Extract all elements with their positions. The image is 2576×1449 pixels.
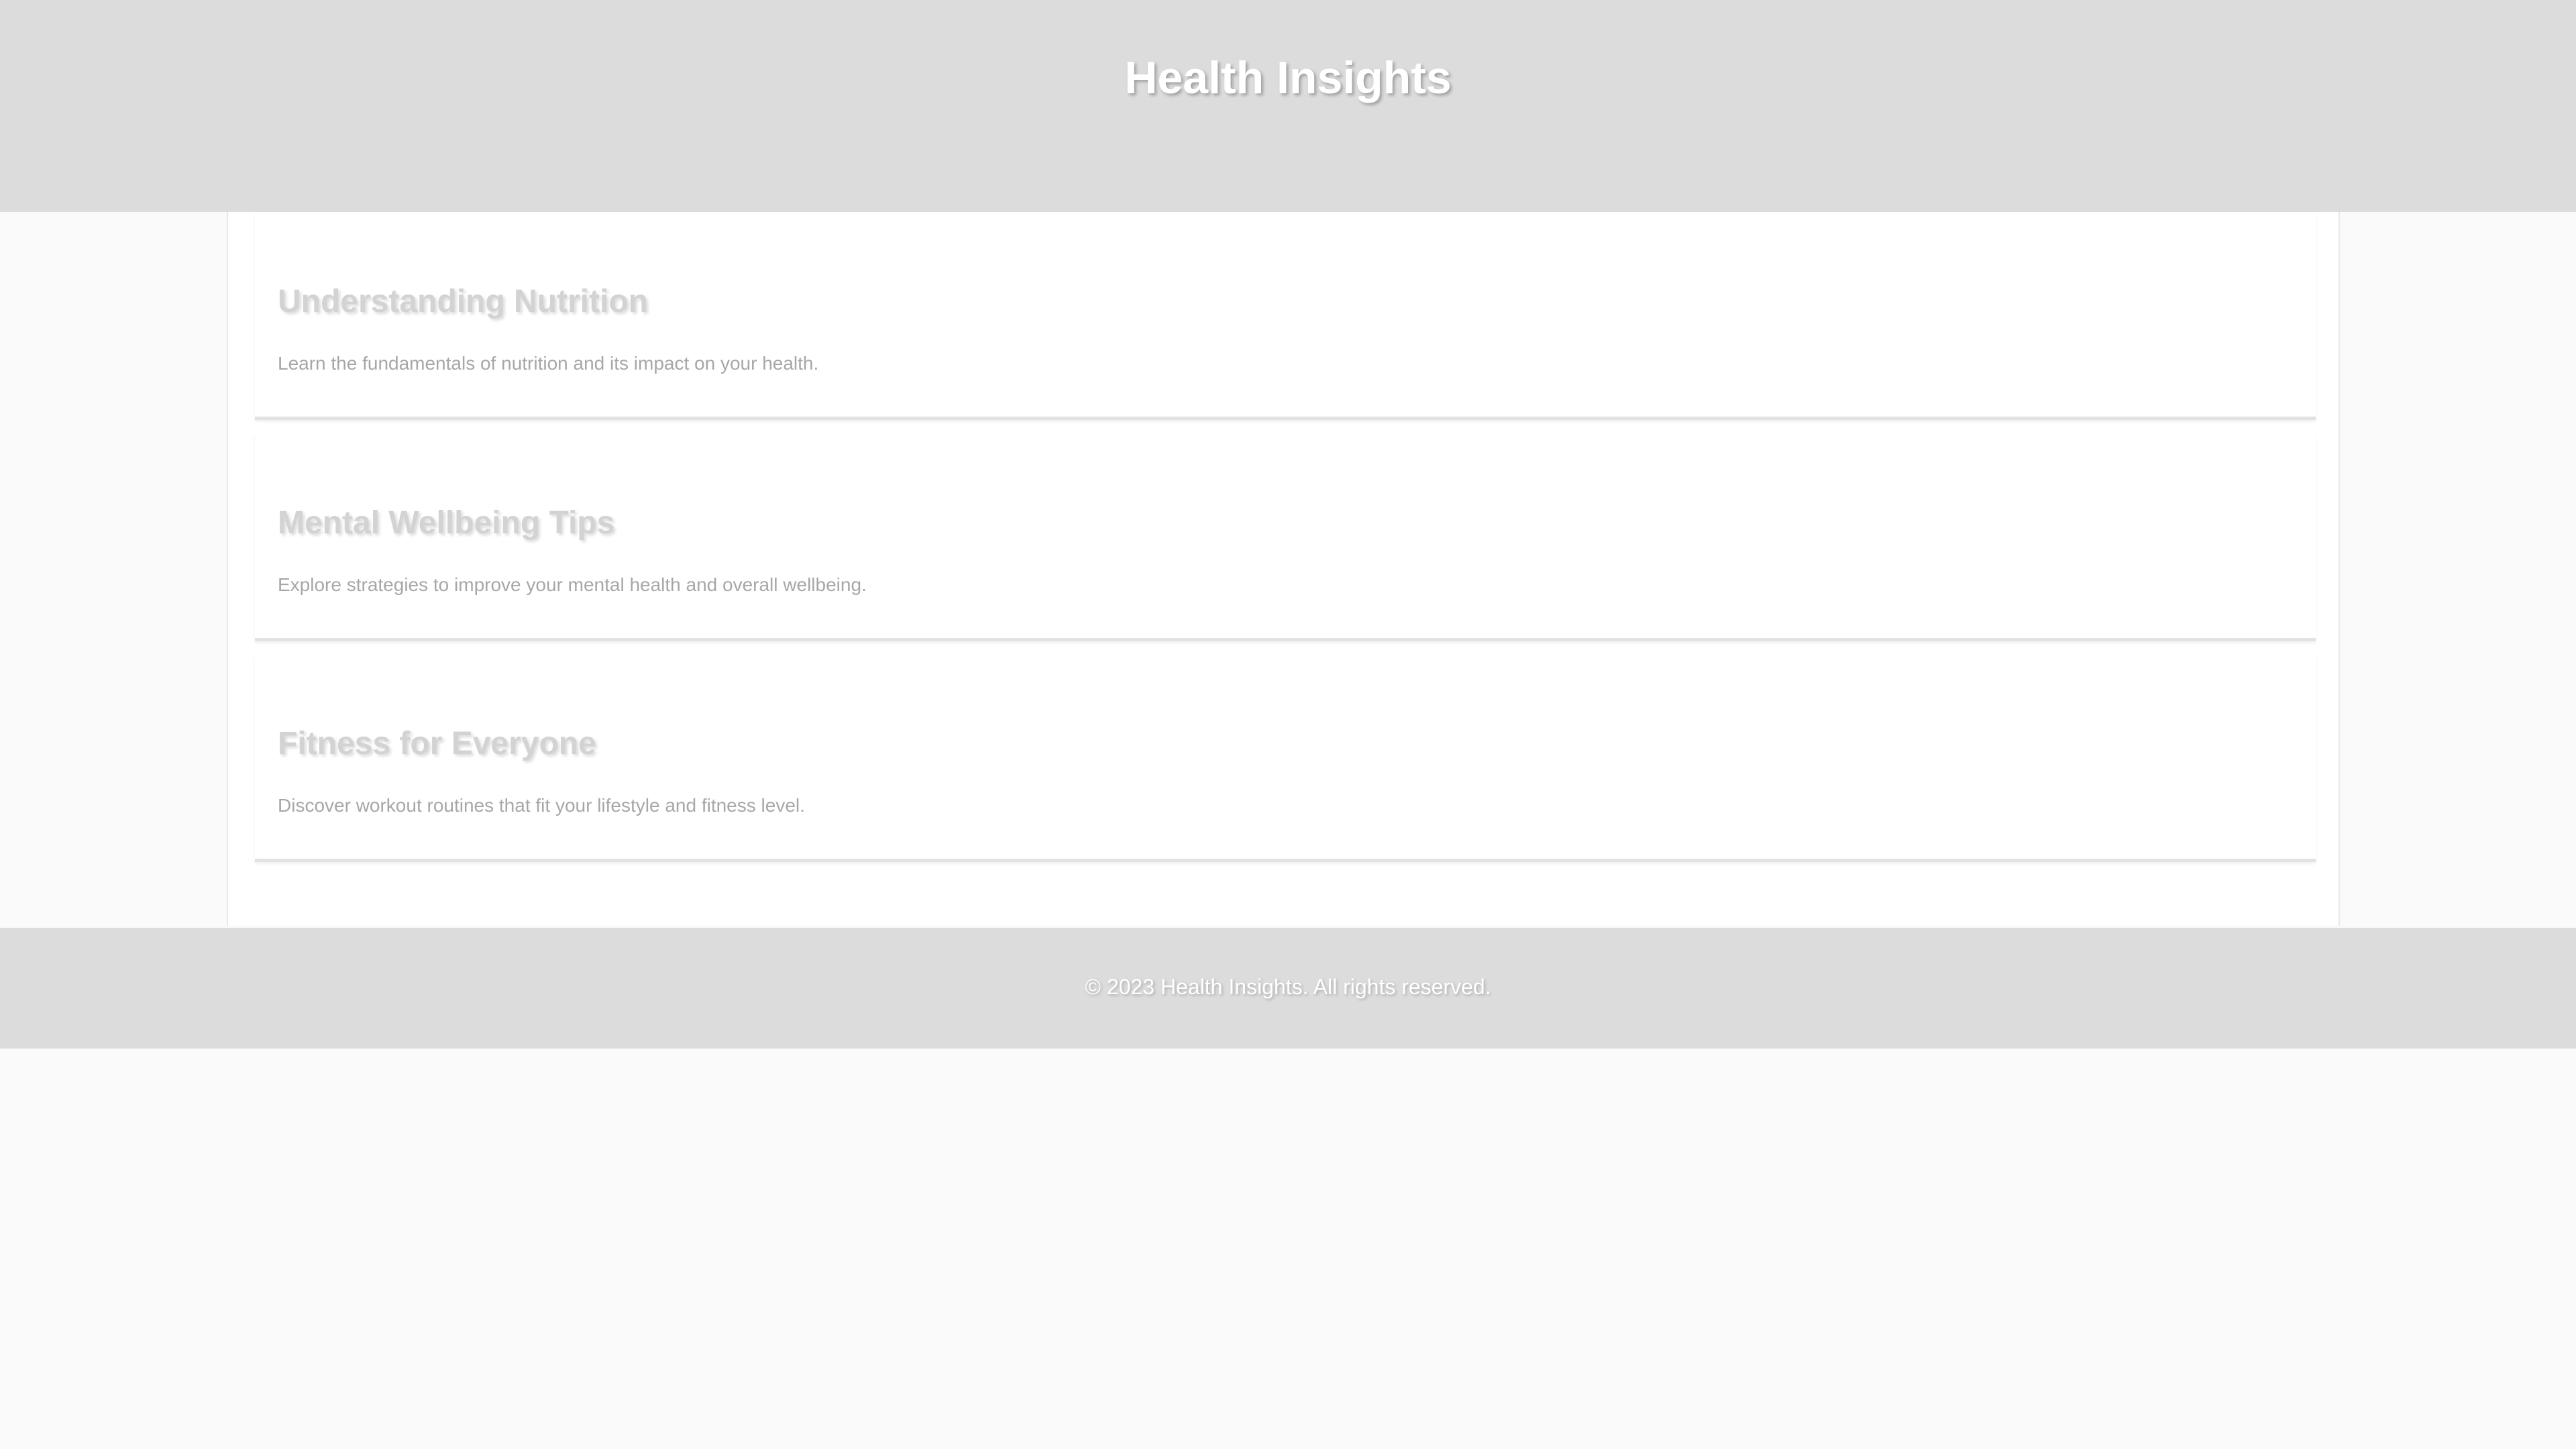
site-title: Health Insights bbox=[1124, 52, 1452, 103]
article-description: Explore strategies to improve your menta… bbox=[278, 574, 867, 595]
main-content: Understanding Nutrition Learn the fundam… bbox=[227, 212, 2340, 926]
article-card-fitness[interactable]: Fitness for Everyone Discover workout ro… bbox=[255, 654, 2316, 862]
article-description: Learn the fundamentals of nutrition and … bbox=[278, 353, 819, 374]
article-title[interactable]: Mental Wellbeing Tips bbox=[278, 503, 614, 543]
article-title[interactable]: Fitness for Everyone bbox=[278, 724, 596, 764]
copyright-text: © 2023 Health Insights. All rights reser… bbox=[1085, 975, 1491, 999]
article-title[interactable]: Understanding Nutrition bbox=[278, 282, 648, 322]
article-card-mental-wellbeing[interactable]: Mental Wellbeing Tips Explore strategies… bbox=[255, 433, 2316, 641]
site-footer: © 2023 Health Insights. All rights reser… bbox=[0, 928, 2576, 1049]
article-description: Discover workout routines that fit your … bbox=[278, 795, 805, 816]
article-card-nutrition[interactable]: Understanding Nutrition Learn the fundam… bbox=[255, 212, 2316, 420]
site-header: Health Insights bbox=[0, 0, 2576, 212]
